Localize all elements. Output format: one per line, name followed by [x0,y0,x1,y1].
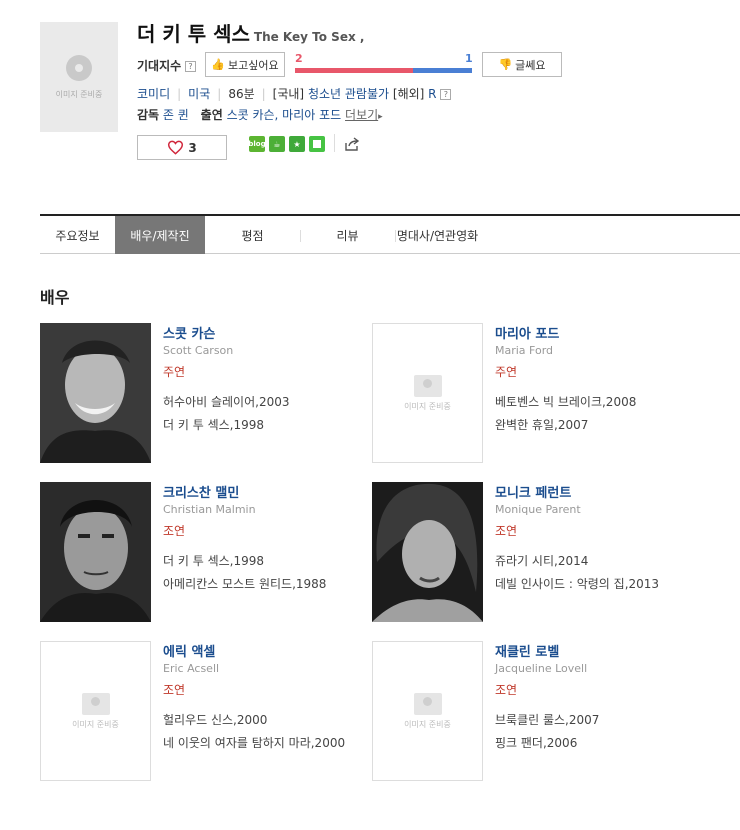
actor-name-en: Eric Acsell [163,662,220,675]
cast-label: 출연 [200,108,223,122]
actor-name-en: Christian Malmin [163,503,256,516]
actor-work[interactable]: 헐리우드 신스,2000 [163,711,267,728]
actor-work[interactable]: 완벽한 휴일,2007 [495,416,588,433]
not-sure-label: 글쎄요 [515,58,546,72]
actor-photo[interactable] [40,482,151,622]
person-placeholder-icon [413,692,442,715]
actor-work[interactable]: 브룩클린 룰스,2007 [495,711,599,728]
like-button[interactable]: 3 [137,135,227,160]
tab-reviews[interactable]: 리뷰 [300,216,395,254]
nowant-count: 1 [465,52,473,65]
actor-card: 이미지 준비중 마리아 포드 Maria Ford 주연 베토벤스 빅 브레이크… [372,323,702,463]
poster-placeholder: 이미지 준비중 [40,22,118,132]
tab-ratings[interactable]: 평점 [205,216,300,254]
actor-name-ko[interactable]: 마리아 포드 [495,323,559,342]
credits-line: 감독 존 퀸 출연 스콧 카슨, 마리아 포드 더보기▸ [137,106,383,123]
country-link[interactable]: 미국 [188,87,210,101]
actor-work[interactable]: 허수아비 슬레이어,2003 [163,393,290,410]
band-share-icon[interactable] [309,136,325,152]
more-link[interactable]: 더보기 [345,108,378,122]
movie-title: 더 키 투 섹스 The Key To Sex , [137,18,364,47]
like-count: 3 [188,140,197,155]
thumbs-up-icon: 👍 [211,58,226,71]
rating-foreign-link[interactable]: R [428,87,436,101]
bookmark-share-icon[interactable]: ★ [289,136,305,152]
actor-card: 이미지 준비중 에릭 액셀 Eric Acsell 조연 헐리우드 신스,200… [40,641,370,781]
tab-main-info[interactable]: 주요정보 [40,216,115,254]
want-to-see-button[interactable]: 👍 보고싶어요 [205,52,285,77]
actor-work[interactable]: 더 키 투 섹스,1998 [163,416,264,433]
movie-info-line: 코미디 | 미국 | 86분 | [국내] 청소년 관람불가 [해외] R ? [137,85,452,102]
want-ratio-bar [295,68,413,73]
actor-work[interactable]: 데빌 인사이드 : 악령의 집,2013 [495,575,659,592]
heart-icon [168,140,184,155]
actor-photo-placeholder[interactable]: 이미지 준비중 [372,323,483,463]
expect-label: 기대지수 [137,59,182,73]
want-count: 2 [295,52,303,65]
actor-name-ko[interactable]: 재클린 로벨 [495,641,559,660]
actor-work[interactable]: 베토벤스 빅 브레이크,2008 [495,393,636,410]
movie-title-en: The Key To Sex , [253,30,365,44]
actor-name-ko[interactable]: 모니크 페런트 [495,482,571,501]
person-placeholder-icon [81,692,110,715]
blog-share-icon[interactable]: blog [248,136,266,152]
expect-label-group: 기대지수 ? [137,57,196,74]
director-label: 감독 [137,108,160,122]
runtime: 86분 [228,87,255,101]
section-title: 배우 [40,288,70,307]
actor-name-en: Jacqueline Lovell [495,662,588,675]
actor-work[interactable]: 쥬라기 시티,2014 [495,552,588,569]
actor-photo[interactable] [40,323,151,463]
actor-card: 크리스찬 맬민 Christian Malmin 조연 더 키 투 섹스,199… [40,482,370,622]
actor-name-ko[interactable]: 크리스찬 맬민 [163,482,239,501]
actor-name-ko[interactable]: 스콧 카슨 [163,323,215,342]
cafe-share-icon[interactable]: ☕ [269,136,285,152]
actor-card: 모니크 페런트 Monique Parent 조연 쥬라기 시티,2014 데빌… [372,482,702,622]
actor-role: 조연 [163,524,186,538]
actor-photo-placeholder[interactable]: 이미지 준비중 [40,641,151,781]
rating-help-icon[interactable]: ? [440,89,452,100]
actor-role: 주연 [163,365,186,379]
genre-link[interactable]: 코미디 [137,87,170,101]
thumbs-down-icon: 👎 [498,58,513,71]
film-reel-icon [66,54,92,81]
actor-role: 조연 [495,524,518,538]
actor-card: 스콧 카슨 Scott Carson 주연 허수아비 슬레이어,2003 더 키… [40,323,370,463]
cast-link[interactable]: 스콧 카슨, 마리아 포드 [227,108,342,122]
poster-caption: 이미지 준비중 [55,89,103,99]
share-icons: blog ☕ ★ [248,136,325,152]
actor-name-en: Monique Parent [495,503,581,516]
more-arrow-icon: ▸ [378,112,383,122]
actor-photo-placeholder[interactable]: 이미지 준비중 [372,641,483,781]
tab-bar: 주요정보 배우/제작진 평점 리뷰 명대사/연관영화 [40,214,740,254]
actor-card: 이미지 준비중 재클린 로벨 Jacqueline Lovell 조연 브룩클린… [372,641,702,781]
tab-cast-crew[interactable]: 배우/제작진 [115,216,205,254]
rating-domestic-tag: [국내] [272,87,305,101]
actor-name-ko[interactable]: 에릭 액셀 [163,641,215,660]
actor-name-en: Maria Ford [495,344,554,357]
actor-role: 조연 [163,683,186,697]
rating-domestic-link[interactable]: 청소년 관람불가 [308,87,389,101]
actor-work[interactable]: 더 키 투 섹스,1998 [163,552,264,569]
actor-role: 조연 [495,683,518,697]
actor-work[interactable]: 네 이웃의 여자를 탐하지 마라,2000 [163,734,345,751]
actor-role: 주연 [495,365,518,379]
person-placeholder-icon [413,374,442,397]
rating-foreign-tag: [해외] [392,87,425,101]
help-icon[interactable]: ? [185,61,196,72]
share-divider [334,134,335,152]
actor-name-en: Scott Carson [163,344,234,357]
actor-work[interactable]: 핑크 팬더,2006 [495,734,577,751]
share-icon[interactable] [344,136,360,152]
actor-photo[interactable] [372,482,483,622]
actor-work[interactable]: 아메리칸스 모스트 원티드,1988 [163,575,326,592]
nowant-ratio-bar [413,68,472,73]
movie-title-ko: 더 키 투 섹스 [137,22,250,46]
director-link[interactable]: 존 퀸 [163,108,189,122]
not-sure-button[interactable]: 👎 글쎄요 [482,52,562,77]
want-to-see-label: 보고싶어요 [228,58,279,72]
tab-quotes-related[interactable]: 명대사/연관영화 [395,216,480,254]
